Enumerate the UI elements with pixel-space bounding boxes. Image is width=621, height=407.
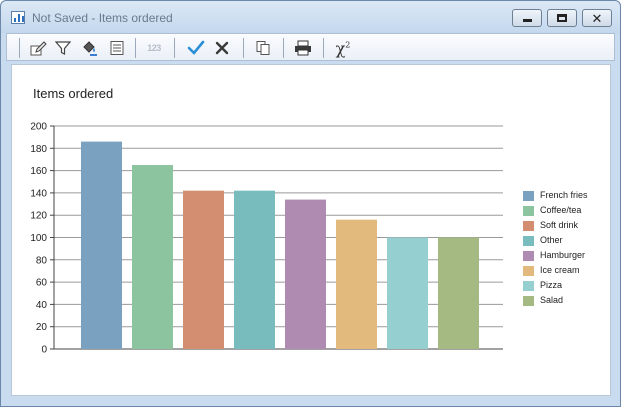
chi-square-button[interactable]: χ2 [333, 38, 353, 58]
legend-swatch [523, 251, 534, 261]
cancel-button[interactable] [212, 38, 232, 58]
bar-salad[interactable] [438, 237, 479, 350]
document-list-icon [110, 41, 124, 55]
close-icon: ✕ [591, 10, 603, 26]
filter-button[interactable] [53, 38, 73, 58]
apply-button[interactable] [186, 38, 206, 58]
bar-chart-icon [11, 11, 25, 24]
legend-swatch [523, 191, 534, 201]
paint-bucket-icon [83, 41, 97, 56]
legend-swatch [523, 236, 534, 246]
legend-label: Pizza [540, 280, 563, 290]
y-tick-label: 120 [30, 211, 47, 222]
minimize-button[interactable] [512, 9, 542, 27]
copy-button[interactable] [253, 38, 273, 58]
legend-swatch [523, 266, 534, 276]
toolbar-separator [243, 38, 244, 58]
legend-swatch [523, 221, 534, 231]
bar-coffee-tea[interactable] [132, 165, 173, 349]
title-bar[interactable]: Not Saved - Items ordered ✕ [1, 1, 620, 33]
number-format-icon: 123 [147, 43, 161, 53]
fill-color-button[interactable] [80, 38, 100, 58]
legend-label: Other [540, 235, 563, 245]
legend-swatch [523, 206, 534, 216]
y-tick-label: 140 [30, 188, 47, 199]
checkmark-icon [187, 40, 205, 55]
y-tick-label: 100 [30, 233, 47, 244]
app-window: Not Saved - Items ordered ✕ 123 χ2 Items… [0, 0, 621, 407]
bar-chart: 0 20 40 60 80 100 120 140 160 180 200 [30, 122, 503, 356]
legend-label: French fries [540, 190, 588, 200]
bar-french-fries[interactable] [81, 141, 122, 349]
edit-pencil-icon [30, 41, 47, 56]
properties-button[interactable] [107, 38, 127, 58]
toolbar-separator [19, 38, 20, 58]
legend-swatch [523, 281, 534, 291]
toolbar-separator [283, 38, 284, 58]
y-tick-label: 80 [36, 255, 48, 266]
legend-label: Soft drink [540, 220, 579, 230]
chi-square-icon: χ2 [335, 38, 351, 58]
bar-soft-drink[interactable] [183, 190, 224, 349]
window-title: Not Saved - Items ordered [32, 11, 173, 25]
legend-label: Ice cream [540, 265, 580, 275]
toolbar-separator [135, 38, 136, 58]
minimize-icon [522, 19, 532, 22]
bar-other[interactable] [234, 190, 275, 349]
legend-label: Hamburger [540, 250, 586, 260]
legend-label: Coffee/tea [540, 205, 582, 215]
y-tick-label: 0 [41, 345, 47, 356]
maximize-icon [557, 14, 567, 22]
filter-icon [55, 41, 71, 55]
edit-data-button[interactable] [28, 38, 48, 58]
toolbar-separator [174, 38, 175, 58]
toolbar: 123 χ2 [6, 33, 615, 61]
y-tick-label: 200 [30, 122, 47, 133]
y-tick-label: 60 [36, 278, 48, 289]
toolbar-separator [323, 38, 324, 58]
printer-icon [295, 40, 311, 56]
y-tick-label: 20 [36, 322, 48, 333]
legend-label: Salad [540, 295, 564, 305]
print-button[interactable] [293, 38, 313, 58]
y-tick-label: 40 [36, 300, 48, 311]
maximize-button[interactable] [547, 9, 577, 27]
x-icon [215, 41, 229, 55]
close-button[interactable]: ✕ [582, 9, 612, 27]
number-format-button: 123 [144, 38, 164, 58]
bar-hamburger[interactable] [285, 199, 326, 349]
y-tick-label: 160 [30, 166, 47, 177]
copy-icon [256, 41, 270, 55]
bar-ice-cream[interactable] [336, 219, 377, 349]
y-tick-label: 180 [30, 144, 47, 155]
bar-pizza[interactable] [387, 237, 428, 350]
legend-swatch [523, 296, 534, 306]
chart-panel: Items ordered 0 20 40 60 80 100 120 140 160 180 20… [11, 64, 611, 396]
